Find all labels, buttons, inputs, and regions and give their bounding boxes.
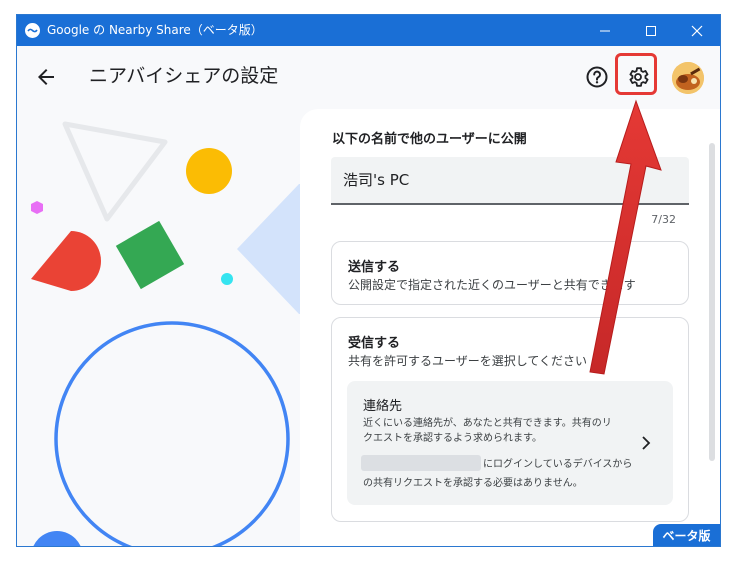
contacts-option[interactable]: 連絡先 近くにいる連絡先が、あなたと共有できます。共有のリ クエストを承認するよ… [347, 381, 673, 505]
scrollbar[interactable] [709, 143, 715, 461]
character-counter: 7/32 [651, 213, 676, 226]
nearby-share-app-icon [25, 23, 40, 38]
title-bar[interactable]: Google の Nearby Share（ベータ版） [17, 15, 720, 46]
redacted-account [361, 455, 481, 471]
app-window: Google の Nearby Share（ベータ版） ニアバイシェアの設定 以… [16, 14, 721, 547]
contacts-line-2: クエストを承認するよう求められます。 [363, 433, 542, 444]
contacts-line-1: 近くにいる連絡先が、あなたと共有できます。共有のリ [363, 418, 612, 429]
close-button[interactable] [674, 15, 720, 46]
receive-title: 受信する [348, 336, 401, 351]
arrow-back-icon[interactable] [34, 65, 58, 89]
device-name-label: 以下の名前で他のユーザーに公開 [332, 132, 527, 147]
device-name-input[interactable] [343, 170, 673, 188]
close-icon [691, 25, 703, 37]
maximize-button[interactable] [628, 15, 674, 46]
window-title: Google の Nearby Share（ベータ版） [47, 23, 263, 37]
minimize-icon [600, 30, 610, 32]
gear-icon[interactable] [626, 65, 650, 89]
maximize-icon [646, 26, 656, 36]
contacts-title: 連絡先 [363, 399, 403, 414]
avatar[interactable] [672, 62, 704, 94]
send-card[interactable]: 送信する 公開設定で指定された近くのユーザーと共有できます [331, 241, 689, 305]
page-title: ニアバイシェアの設定 [89, 65, 279, 87]
settings-panel: 以下の名前で他のユーザーに公開 7/32 送信する 公開設定で指定された近くのユ… [300, 109, 720, 546]
send-title: 送信する [348, 260, 401, 275]
help-icon[interactable] [585, 65, 609, 89]
receive-description: 共有を許可するユーザーを選択してください [348, 354, 588, 368]
send-description: 公開設定で指定された近くのユーザーと共有できます [348, 278, 636, 292]
settings-header: ニアバイシェアの設定 [17, 46, 720, 109]
chevron-right-icon [638, 435, 654, 451]
minimize-button[interactable] [582, 15, 628, 46]
beta-badge: ベータ版 [653, 524, 720, 546]
contacts-line-4: の共有リクエストを承認する必要はありません。 [363, 478, 583, 489]
decorative-illustration [17, 109, 307, 546]
contacts-line-3: にログインしているデバイスから [483, 459, 633, 470]
device-name-field[interactable] [331, 157, 689, 205]
receive-card: 受信する 共有を許可するユーザーを選択してください 連絡先 近くにいる連絡先が、… [331, 317, 689, 522]
